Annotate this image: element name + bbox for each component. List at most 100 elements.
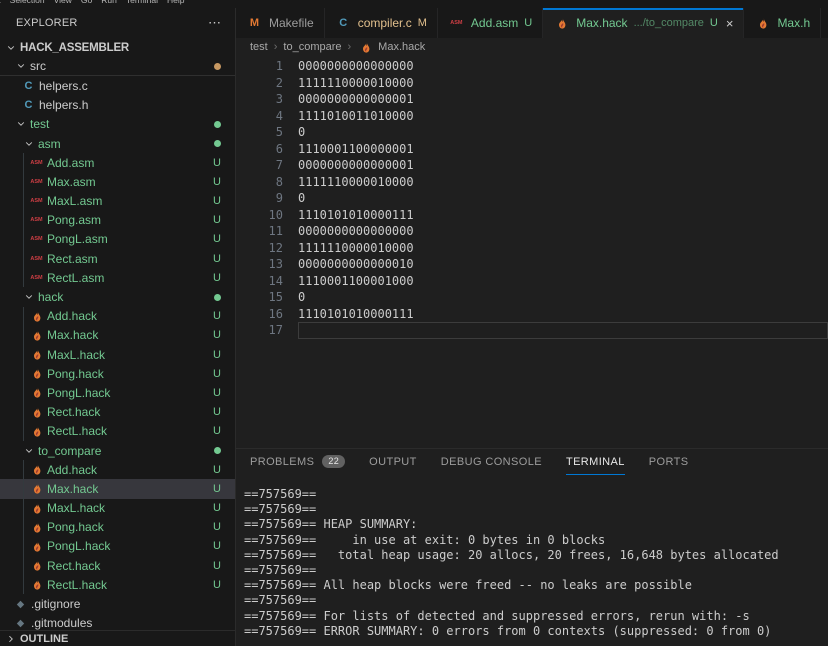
asm-file-icon: ASM	[28, 179, 45, 185]
chevron-right-icon	[4, 634, 18, 644]
breadcrumb-item-to_compare[interactable]: to_compare	[283, 41, 341, 53]
tree-folder-hack[interactable]: hack	[0, 287, 235, 306]
menu-help[interactable]: Help	[167, 0, 184, 5]
outline-title: OUTLINE	[20, 633, 68, 645]
tree-item-label: Max.hack	[47, 328, 213, 342]
hack-file-icon	[28, 348, 45, 361]
tree-item-label: Rect.asm	[47, 252, 213, 266]
hack-file-icon	[28, 521, 45, 534]
tab-dirty-badge: U	[710, 17, 718, 29]
code-line-6[interactable]: 61110001100000001	[236, 141, 828, 158]
tree-folder-HACK_ASSEMBLER[interactable]: HACK_ASSEMBLER	[0, 38, 235, 57]
tree-file-Pong.hack[interactable]: Pong.hackU	[0, 364, 235, 383]
tab-max.h[interactable]: Max.h	[744, 8, 821, 38]
code-line-2[interactable]: 21111110000010000	[236, 75, 828, 92]
menu-view[interactable]: View	[54, 0, 72, 5]
tree-file-PongL.asm[interactable]: ASMPongL.asmU	[0, 230, 235, 249]
tree-file-RectL.hack[interactable]: RectL.hackU	[0, 422, 235, 441]
code-line-12[interactable]: 121111110000010000	[236, 240, 828, 257]
tree-file-MaxL.hack[interactable]: MaxL.hackU	[0, 499, 235, 518]
tree-file-Max.hack[interactable]: Max.hackU	[0, 326, 235, 345]
tree-file-.gitmodules[interactable]: .gitmodules	[0, 614, 235, 630]
panel-tab-ports[interactable]: PORTS	[649, 449, 689, 475]
tree-file-Add.hack[interactable]: Add.hackU	[0, 307, 235, 326]
chevron-down-icon	[14, 119, 28, 129]
tree-item-label: Add.asm	[47, 156, 213, 170]
tree-folder-asm[interactable]: asm	[0, 134, 235, 153]
code-line-1[interactable]: 10000000000000000	[236, 58, 828, 75]
tree-file-Rect.hack[interactable]: Rect.hackU	[0, 556, 235, 575]
line-number: 8	[236, 174, 283, 191]
tree-file-.gitignore[interactable]: .gitignore	[0, 594, 235, 613]
tree-file-RectL.asm[interactable]: ASMRectL.asmU	[0, 268, 235, 287]
tree-file-PongL.hack[interactable]: PongL.hackU	[0, 383, 235, 402]
tree-file-Add.asm[interactable]: ASMAdd.asmU	[0, 153, 235, 172]
tab-max.hack[interactable]: Max.hack.../to_compareU×	[543, 8, 744, 38]
panel-tab-debug-console[interactable]: DEBUG CONSOLE	[441, 449, 542, 475]
more-actions-icon[interactable]: ⋯	[208, 15, 221, 31]
code-line-9[interactable]: 90	[236, 190, 828, 207]
tab-dirty-badge: U	[524, 17, 532, 29]
hack-file-icon	[28, 502, 45, 515]
tree-file-Pong.asm[interactable]: ASMPong.asmU	[0, 211, 235, 230]
code-line-8[interactable]: 81111110000010000	[236, 174, 828, 191]
tab-compiler.c[interactable]: Ccompiler.cM	[325, 8, 438, 38]
panel-tab-output[interactable]: OUTPUT	[369, 449, 417, 475]
tree-file-Rect.hack[interactable]: Rect.hackU	[0, 403, 235, 422]
untracked-dot	[214, 121, 221, 128]
menu-go[interactable]: Go	[81, 0, 92, 5]
tree-file-helpers.h[interactable]: Chelpers.h	[0, 96, 235, 115]
terminal-output[interactable]: ==757569====757569====757569== HEAP SUMM…	[236, 475, 828, 639]
code-line-5[interactable]: 50	[236, 124, 828, 141]
terminal-line-4: ==757569== in use at exit: 0 bytes in 0 …	[244, 533, 828, 548]
untracked-badge: U	[213, 253, 221, 265]
tree-file-MaxL.hack[interactable]: MaxL.hackU	[0, 345, 235, 364]
menu-selection[interactable]: Selection	[10, 0, 45, 5]
chevron-down-icon	[22, 139, 36, 149]
breadcrumb: test›to_compare›Max.hack	[236, 38, 828, 56]
modified-dot	[214, 63, 221, 70]
breadcrumb-item-test[interactable]: test	[250, 41, 268, 53]
code-line-4[interactable]: 41111010011010000	[236, 108, 828, 125]
tree-folder-to_compare[interactable]: to_compare	[0, 441, 235, 460]
tab-makefile[interactable]: MMakefile	[236, 8, 325, 38]
menu-terminal[interactable]: Terminal	[126, 0, 158, 5]
panel-tab-problems[interactable]: PROBLEMS22	[250, 449, 345, 475]
outline-section[interactable]: OUTLINE	[0, 630, 235, 646]
code-line-7[interactable]: 70000000000000001	[236, 157, 828, 174]
git-file-icon	[12, 599, 29, 610]
code-line-13[interactable]: 130000000000000010	[236, 256, 828, 273]
tree-file-Rect.asm[interactable]: ASMRect.asmU	[0, 249, 235, 268]
code-line-10[interactable]: 101110101010000111	[236, 207, 828, 224]
tree-file-Max.hack[interactable]: Max.hackU	[0, 479, 235, 498]
tree-file-Max.asm[interactable]: ASMMax.asmU	[0, 172, 235, 191]
untracked-badge: U	[213, 483, 221, 495]
hack-file-icon	[28, 559, 45, 572]
breadcrumb-file-label: Max.hack	[378, 41, 425, 53]
tree-file-RectL.hack[interactable]: RectL.hackU	[0, 575, 235, 594]
tree-file-MaxL.asm[interactable]: ASMMaxL.asmU	[0, 192, 235, 211]
menu-edit[interactable]: Edit	[0, 0, 1, 5]
line-content: 1110101010000111	[298, 306, 828, 323]
tree-file-PongL.hack[interactable]: PongL.hackU	[0, 537, 235, 556]
untracked-badge: U	[213, 195, 221, 207]
line-number: 12	[236, 240, 283, 257]
editor-content[interactable]: 1000000000000000021111110000010000300000…	[236, 56, 828, 448]
tree-file-Pong.hack[interactable]: Pong.hackU	[0, 518, 235, 537]
tree-folder-test[interactable]: test	[0, 115, 235, 134]
code-line-17[interactable]: 17	[236, 322, 828, 339]
close-icon[interactable]: ×	[726, 16, 734, 31]
code-line-11[interactable]: 110000000000000000	[236, 223, 828, 240]
code-line-16[interactable]: 161110101010000111	[236, 306, 828, 323]
tree-folder-src[interactable]: src	[0, 57, 235, 76]
panel-tab-terminal[interactable]: TERMINAL	[566, 449, 625, 475]
panel-tab-bar: PROBLEMS22 OUTPUT DEBUG CONSOLE TERMINAL POR…	[236, 449, 828, 475]
code-line-3[interactable]: 30000000000000001	[236, 91, 828, 108]
menu-run[interactable]: Run	[101, 0, 117, 5]
tree-file-Add.hack[interactable]: Add.hackU	[0, 460, 235, 479]
code-line-15[interactable]: 150	[236, 289, 828, 306]
tab-add.asm[interactable]: ASMAdd.asmU	[438, 8, 543, 38]
code-line-14[interactable]: 141110001100001000	[236, 273, 828, 290]
breadcrumb-file[interactable]: Max.hack	[357, 41, 425, 54]
tree-file-helpers.c[interactable]: Chelpers.c	[0, 76, 235, 95]
